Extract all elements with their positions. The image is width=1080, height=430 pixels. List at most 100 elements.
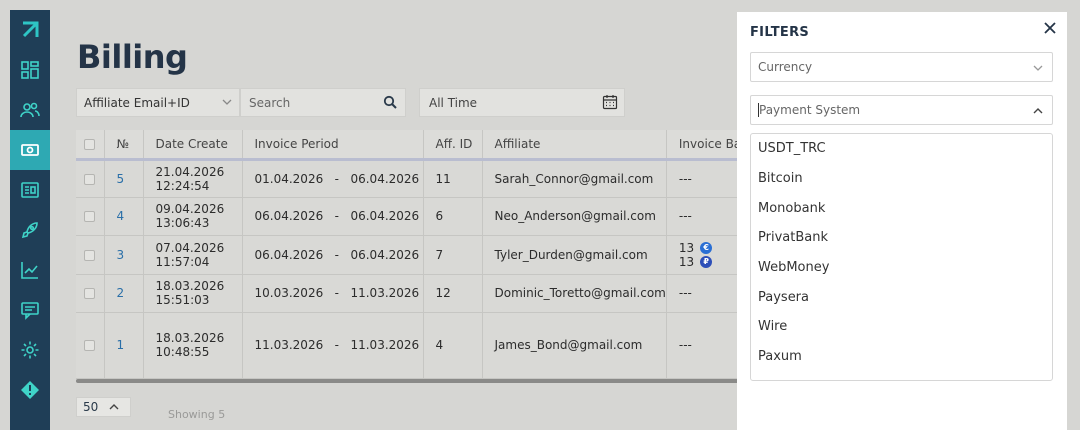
dropdown-option[interactable]: USDT_TRC [751,134,1052,164]
search-placeholder: Search [249,95,291,110]
currency-select[interactable]: Currency [750,52,1053,82]
horizontal-scrollbar[interactable] [76,379,746,383]
chevron-down-icon [222,99,232,105]
billing-table: № Date Create Invoice Period Aff. ID Aff… [76,130,777,379]
row-checkbox[interactable] [76,159,105,198]
row-number-link[interactable]: 1 [104,312,144,379]
logo-arrow-icon[interactable] [10,10,50,50]
aff-id-cell: 12 [423,274,483,313]
chevron-up-icon [1033,108,1043,114]
date-create-cell: 18.03.2026 10:48:55 [143,312,243,379]
time-range-select[interactable]: All Time [419,88,625,117]
period-to: 11.03.2026 [350,338,420,352]
affiliate-cell: Dominic_Toretto@gmail.com [482,274,667,313]
row-checkbox[interactable] [76,274,105,313]
row-number-link[interactable]: 4 [104,197,144,236]
per-page-select[interactable]: 50 [76,397,131,417]
aff-id-cell: 4 [423,312,483,379]
filters-panel: FILTERS Currency Payment System USDT_TRC… [737,12,1067,430]
table-row: 5 21.04.2026 12:24:54 01.04.2026 - 06.04.… [76,159,777,198]
affiliate-cell: Tyler_Durden@gmail.com [482,235,667,275]
row-number-link[interactable]: 5 [104,159,144,198]
select-all-checkbox[interactable] [76,130,105,161]
col-invoice-period[interactable]: Invoice Period [242,130,424,161]
time-range-label: All Time [429,95,478,110]
aff-id-cell: 11 [423,159,483,198]
period-from: 11.03.2026 [254,338,324,352]
row-checkbox[interactable] [76,312,105,379]
period-from: 01.04.2026 [254,171,324,186]
period-from: 10.03.2026 [254,286,324,300]
invoice-period-cell: 11.03.2026 - 11.03.2026 [242,312,424,379]
time: 12:24:54 [155,178,210,193]
dropdown-option[interactable]: WebMoney [751,253,1052,283]
col-number[interactable]: № [104,130,144,161]
row-number-link[interactable]: 2 [104,274,144,313]
showing-count: Showing 5 [168,408,226,421]
messages-icon[interactable] [10,290,50,330]
period-to: 06.04.2026 [350,171,420,186]
payment-system-placeholder: Payment System [759,103,861,117]
period-dash: - [334,171,340,186]
invoice-period-cell: 06.04.2026 - 06.04.2026 [242,235,424,275]
row-checkbox[interactable] [76,235,105,275]
dropdown-option[interactable]: Paxum [751,342,1052,372]
search-icon[interactable] [383,95,397,109]
chevron-down-icon [1033,65,1043,71]
dropdown-option[interactable]: Paysera [751,282,1052,312]
time: 11:57:04 [155,254,210,269]
currency-placeholder: Currency [758,60,813,74]
invoice-period-cell: 01.04.2026 - 06.04.2026 [242,159,424,198]
chevron-up-icon [109,404,119,410]
table-row: 3 07.04.2026 11:57:04 06.04.2026 - 06.04.… [76,235,777,275]
billing-icon[interactable] [10,130,50,170]
balance-value: 13 [678,254,695,269]
dropdown-option[interactable]: Monobank [751,193,1052,223]
euro-coin-icon: € [700,241,713,254]
table-row: 2 18.03.2026 15:51:03 10.03.2026 - 11.03.… [76,274,777,313]
users-icon[interactable] [10,90,50,130]
dropdown-option[interactable]: Bitcoin [751,164,1052,194]
filters-title: FILTERS [750,25,810,40]
ruble-coin-icon: ₽ [700,255,713,268]
time: 10:48:55 [155,345,210,359]
table-row: 4 09.04.2026 13:06:43 06.04.2026 - 06.04.… [76,197,777,236]
time: 15:51:03 [155,293,210,307]
rocket-icon[interactable] [10,210,50,250]
close-icon[interactable] [1042,20,1058,36]
affiliate-cell: Neo_Anderson@gmail.com [482,197,667,236]
search-input[interactable]: Search [240,88,406,117]
col-affiliate[interactable]: Affiliate [482,130,667,161]
date-create-cell: 09.04.2026 13:06:43 [143,197,243,236]
dashboard-icon[interactable] [10,50,50,90]
table-row: 1 18.03.2026 10:48:55 11.03.2026 - 11.03.… [76,312,777,379]
settings-icon[interactable] [10,330,50,370]
chart-icon[interactable] [10,250,50,290]
period-dash: - [334,247,340,262]
period-dash: - [334,338,340,352]
period-from: 06.04.2026 [254,247,324,262]
sidebar [10,10,50,430]
dropdown-option[interactable]: PrivatBank [751,223,1052,253]
dropdown-option[interactable]: Wire [751,312,1052,342]
period-to: 11.03.2026 [350,286,420,300]
col-date-create[interactable]: Date Create [143,130,243,161]
period-to: 06.04.2026 [350,209,420,223]
affiliate-filter-label: Affiliate Email+ID [84,95,190,110]
id-card-icon[interactable] [10,170,50,210]
balance-value: 13 [678,240,695,255]
affiliate-filter-select[interactable]: Affiliate Email+ID [76,88,240,117]
date: 21.04.2026 [155,164,225,179]
page-title: Billing [77,38,188,76]
per-page-value: 50 [83,400,99,414]
row-checkbox[interactable] [76,197,105,236]
calendar-icon[interactable] [602,94,618,110]
date-create-cell: 21.04.2026 12:24:54 [143,159,243,198]
time: 13:06:43 [155,216,210,230]
aff-id-cell: 6 [423,197,483,236]
alert-icon[interactable] [10,370,50,410]
row-number-link[interactable]: 3 [104,235,144,275]
col-aff-id[interactable]: Aff. ID [423,130,483,161]
date: 09.04.2026 [155,202,225,216]
payment-system-select[interactable]: Payment System [750,95,1053,125]
